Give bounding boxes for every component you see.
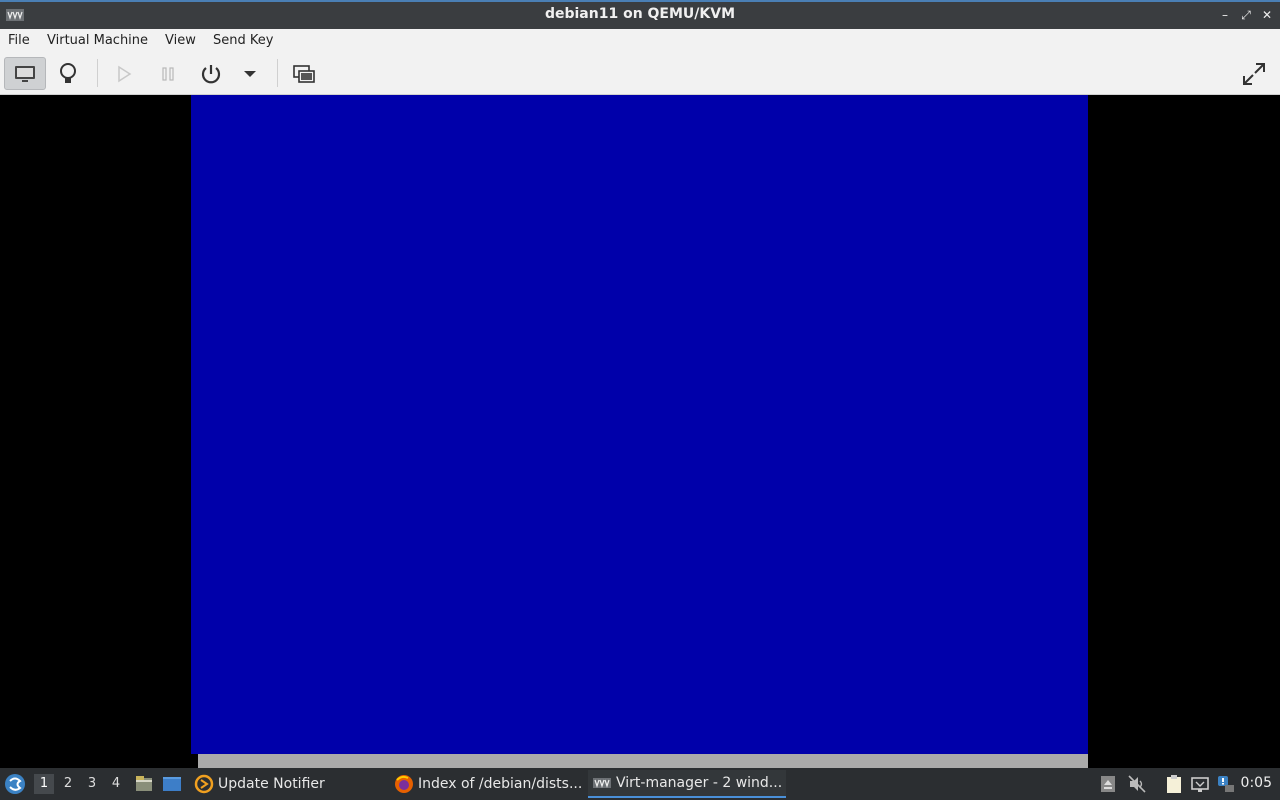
lightbulb-icon xyxy=(60,62,76,83)
power-icon xyxy=(201,64,221,83)
start-menu-icon[interactable] xyxy=(4,773,26,795)
fullscreen-icon xyxy=(1243,62,1265,85)
task-label: Update Notifier xyxy=(218,776,325,792)
snapshots-button[interactable] xyxy=(288,57,320,90)
task-firefox[interactable]: Index of /debian/dists... xyxy=(394,770,584,798)
close-icon[interactable]: ✕ xyxy=(1258,6,1276,24)
vm-screen[interactable] xyxy=(191,95,1088,754)
update-notifier-icon xyxy=(194,774,214,794)
shutdown-button[interactable] xyxy=(196,57,226,90)
minimize-icon[interactable]: – xyxy=(1216,6,1234,24)
virt-manager-icon xyxy=(593,778,611,788)
chevron-down-icon xyxy=(244,70,256,77)
task-virt-manager[interactable]: Virt-manager - 2 wind... xyxy=(588,770,786,798)
fullscreen-button[interactable] xyxy=(1236,57,1272,90)
run-button[interactable] xyxy=(110,57,138,90)
toolbar-separator xyxy=(277,59,278,87)
window-title: debian11 on QEMU/KVM xyxy=(544,6,736,22)
toolbar xyxy=(0,53,1280,95)
workspace-1[interactable]: 1 xyxy=(34,774,54,794)
volume-muted-icon[interactable] xyxy=(1127,774,1147,794)
pause-button[interactable] xyxy=(154,57,182,90)
network-icon[interactable] xyxy=(1190,774,1210,794)
eject-icon[interactable] xyxy=(1098,774,1118,794)
play-icon xyxy=(118,65,132,82)
menu-view[interactable]: View xyxy=(165,33,196,48)
monitor-icon xyxy=(15,65,35,82)
menu-file[interactable]: File xyxy=(8,33,30,48)
vm-display-area[interactable] xyxy=(0,95,1280,768)
vm-screen-bottom-bar xyxy=(198,754,1088,768)
window-titlebar[interactable]: debian11 on QEMU/KVM – ⤢ ✕ xyxy=(0,0,1280,29)
maximize-icon[interactable]: ⤢ xyxy=(1237,6,1255,24)
task-label: Index of /debian/dists... xyxy=(418,776,583,792)
workspace-2[interactable]: 2 xyxy=(58,774,78,794)
menu-virtual-machine[interactable]: Virtual Machine xyxy=(47,33,148,48)
pause-icon xyxy=(162,66,174,81)
file-manager-icon[interactable] xyxy=(134,774,154,794)
clipboard-icon[interactable] xyxy=(1164,774,1184,794)
snapshots-icon xyxy=(293,64,315,83)
menu-send-key[interactable]: Send Key xyxy=(213,33,273,48)
shutdown-menu-button[interactable] xyxy=(238,57,262,90)
task-update-notifier[interactable]: Update Notifier xyxy=(194,770,384,798)
notification-icon[interactable] xyxy=(1216,774,1236,794)
clock[interactable]: 0:05 xyxy=(1241,775,1272,791)
show-desktop-icon[interactable] xyxy=(162,774,182,794)
firefox-icon xyxy=(395,775,413,793)
console-button[interactable] xyxy=(4,57,46,90)
workspace-3[interactable]: 3 xyxy=(82,774,102,794)
task-label: Virt-manager - 2 wind... xyxy=(616,775,783,791)
toolbar-separator xyxy=(97,59,98,87)
menu-bar: File Virtual Machine View Send Key xyxy=(0,29,1280,53)
details-button[interactable] xyxy=(52,57,84,90)
workspace-4[interactable]: 4 xyxy=(106,774,126,794)
taskbar: 1 2 3 4 Update Notifier Index of /debian… xyxy=(0,768,1280,800)
